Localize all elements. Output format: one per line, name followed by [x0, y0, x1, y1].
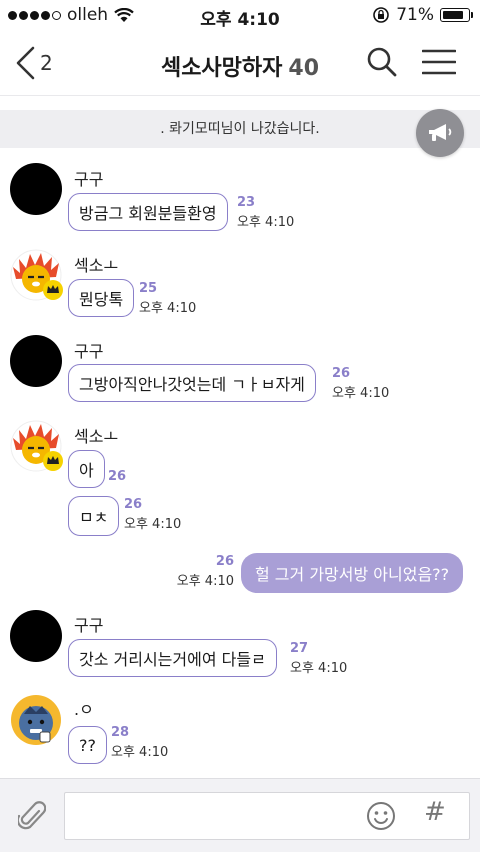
message-meta: 25 오후 4:10: [139, 281, 196, 316]
message-meta: 26: [108, 469, 126, 485]
my-message-bubble[interactable]: 헐 그거 가망서방 아니었음??: [241, 553, 464, 593]
emoji-icon: [367, 802, 395, 830]
battery-percent: 71%: [396, 5, 434, 25]
sender-name: 구구: [74, 170, 104, 189]
emoji-button[interactable]: [366, 801, 396, 835]
message-bubble[interactable]: 갓소 거리시는거에여 다들ㄹ: [68, 639, 277, 677]
crown-icon: [43, 451, 63, 471]
message-input-box: [64, 792, 470, 840]
system-notice: . 롸기모띠님이 나갔습니다.: [0, 110, 480, 148]
avatar[interactable]: [10, 335, 62, 387]
sender-name: .ㅇ: [74, 700, 94, 719]
paperclip-icon: [16, 801, 47, 830]
message-bubble[interactable]: 방금그 회원분들환영: [68, 193, 228, 231]
message-bubble[interactable]: 뭔당톡: [68, 279, 135, 317]
avatar[interactable]: [10, 694, 62, 746]
message-time: 오후 4:10: [290, 661, 348, 676]
message-meta: 23 오후 4:10: [237, 195, 294, 230]
message-bubble[interactable]: 그방아직안나갓엇는데 ㄱㅏㅂ자게: [68, 364, 316, 402]
search-icon: [367, 47, 397, 77]
unread-counter: 26: [215, 554, 234, 569]
unread-counter: 25: [139, 281, 158, 296]
sender-name: 섹소ㅗ: [74, 427, 119, 446]
unread-counter: 23: [237, 195, 256, 210]
character-avatar-icon: [11, 695, 61, 745]
message-bubble[interactable]: 아: [68, 450, 105, 488]
attach-button[interactable]: [16, 799, 47, 837]
avatar[interactable]: [10, 420, 63, 472]
menu-button[interactable]: [421, 48, 457, 80]
search-button[interactable]: [366, 46, 398, 82]
megaphone-icon: [429, 124, 452, 141]
message-composer: #: [0, 778, 480, 852]
message-time: 오후 4:10: [139, 301, 197, 316]
message-input[interactable]: [65, 793, 345, 839]
chat-screen: olleh 오후 4:10 71% 2 섹소사망하자 40 . 롸기모띠님이 나…: [0, 0, 480, 852]
my-message-meta: 26 오후 4:10: [160, 554, 234, 589]
lock-rotation-icon: [373, 7, 390, 23]
message-meta: 26 오후 4:10: [332, 366, 389, 401]
unread-counter: 26: [124, 497, 143, 512]
member-count: 40: [288, 56, 320, 81]
hashtag-button[interactable]: #: [424, 797, 446, 827]
unread-counter: 26: [108, 469, 127, 484]
unread-counter: 27: [290, 641, 309, 656]
sender-name: 섹소ㅗ: [74, 256, 119, 275]
announcement-button[interactable]: [416, 109, 464, 157]
sender-name: 구구: [74, 616, 104, 635]
message-bubble[interactable]: ??: [68, 726, 107, 764]
status-bar: olleh 오후 4:10 71%: [0, 0, 480, 32]
message-bubble[interactable]: ㅁㅊ: [68, 496, 120, 536]
message-meta: 27 오후 4:10: [290, 641, 347, 676]
message-time: 오후 4:10: [124, 517, 182, 532]
chat-title: 섹소사망하자 40: [0, 50, 480, 82]
battery-icon: [440, 8, 473, 22]
message-time: 오후 4:10: [332, 386, 390, 401]
message-time: 오후 4:10: [176, 574, 234, 589]
sender-name: 구구: [74, 342, 104, 361]
crown-icon: [43, 280, 63, 300]
avatar[interactable]: [10, 610, 62, 662]
message-meta: 28 오후 4:10: [111, 725, 168, 760]
unread-counter: 26: [332, 366, 351, 381]
avatar[interactable]: [10, 163, 62, 215]
message-time: 오후 4:10: [237, 215, 295, 230]
status-right: 71%: [372, 5, 473, 25]
menu-icon: [421, 49, 457, 75]
chat-title-text: 섹소사망하자: [160, 56, 283, 81]
chat-header: 2 섹소사망하자 40: [0, 32, 480, 96]
message-meta: 26 오후 4:10: [124, 497, 181, 532]
unread-counter: 28: [111, 725, 130, 740]
message-time: 오후 4:10: [111, 745, 169, 760]
avatar[interactable]: [10, 249, 63, 301]
